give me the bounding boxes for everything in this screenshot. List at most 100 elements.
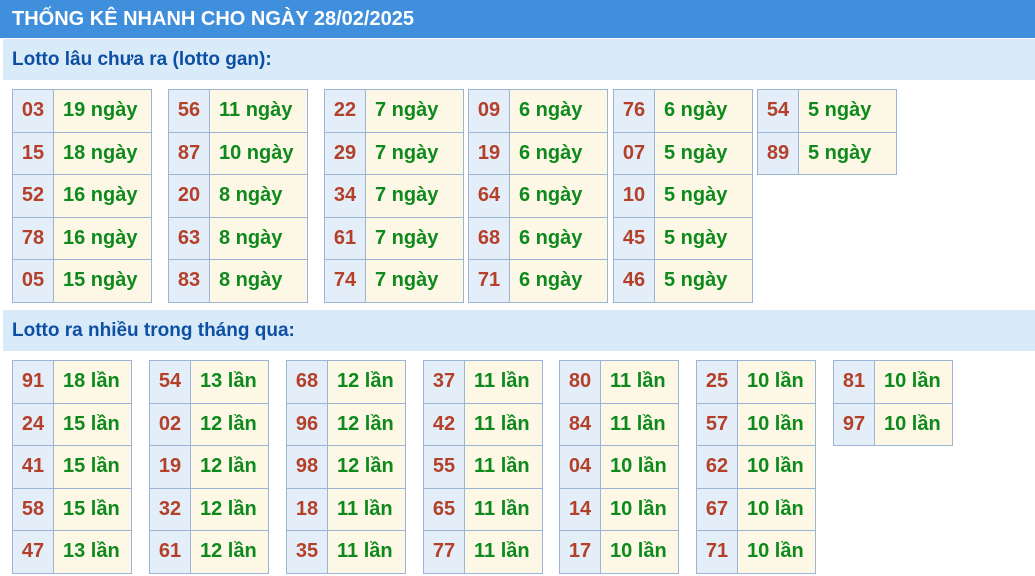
- table-row: 37 11 lần: [423, 360, 543, 404]
- lotto-count: 15 ngày: [53, 259, 152, 303]
- lotto-number: 91: [12, 360, 54, 404]
- lotto-number: 47: [12, 530, 54, 574]
- frequent-section-title: Lotto ra nhiều trong tháng qua:: [3, 310, 1035, 351]
- lotto-number: 71: [468, 259, 510, 303]
- table-row: 14 10 lần: [559, 487, 679, 531]
- lotto-count: 12 lần: [327, 360, 406, 404]
- lotto-number: 19: [149, 445, 191, 489]
- lotto-count: 12 lần: [190, 530, 269, 574]
- lotto-count: 8 ngày: [209, 259, 308, 303]
- frequent-table: 81 10 lần 97 10 lần: [833, 360, 953, 446]
- frequent-table: 54 13 lần 02 12 lần 19 12 lần 32 12 lần 61 12 lần: [149, 360, 269, 574]
- lotto-count: 8 ngày: [209, 216, 308, 260]
- lotto-number: 83: [168, 259, 210, 303]
- lotto-count: 6 ngày: [509, 216, 608, 260]
- table-row: 76 6 ngày: [613, 89, 753, 133]
- lotto-number: 81: [833, 360, 875, 404]
- lotto-number: 87: [168, 131, 210, 175]
- lotto-count: 5 ngày: [798, 89, 897, 133]
- lotto-count: 10 lần: [600, 445, 679, 489]
- table-row: 04 10 lần: [559, 445, 679, 489]
- table-row: 84 11 lần: [559, 402, 679, 446]
- lotto-number: 56: [168, 89, 210, 133]
- table-row: 83 8 ngày: [168, 259, 308, 303]
- lotto-number: 05: [12, 259, 54, 303]
- lotto-number: 68: [468, 216, 510, 260]
- lotto-count: 11 lần: [600, 360, 679, 404]
- table-row: 74 7 ngày: [324, 259, 464, 303]
- lotto-count: 19 ngày: [53, 89, 152, 133]
- gan-table: 54 5 ngày 89 5 ngày: [757, 89, 897, 175]
- table-row: 02 12 lần: [149, 402, 269, 446]
- lotto-count: 11 lần: [464, 530, 543, 574]
- lotto-number: 34: [324, 174, 366, 218]
- lotto-count: 10 lần: [737, 445, 816, 489]
- frequent-table: 68 12 lần 96 12 lần 98 12 lần 18 11 lần 35 11 lần: [286, 360, 406, 574]
- lotto-count: 15 lần: [53, 445, 132, 489]
- table-row: 03 19 ngày: [12, 89, 152, 133]
- gan-section-title: Lotto lâu chưa ra (lotto gan):: [3, 39, 1035, 80]
- table-row: 77 11 lần: [423, 530, 543, 574]
- lotto-number: 52: [12, 174, 54, 218]
- lotto-number: 65: [423, 487, 465, 531]
- table-row: 97 10 lần: [833, 402, 953, 446]
- lotto-count: 13 lần: [53, 530, 132, 574]
- table-row: 10 5 ngày: [613, 174, 753, 218]
- table-row: 68 6 ngày: [468, 216, 608, 260]
- lotto-count: 12 lần: [327, 445, 406, 489]
- frequent-table: 37 11 lần 42 11 lần 55 11 lần 65 11 lần 77 11 lần: [423, 360, 543, 574]
- lotto-count: 12 lần: [190, 445, 269, 489]
- lotto-count: 13 lần: [190, 360, 269, 404]
- lotto-count: 10 lần: [874, 402, 953, 446]
- lotto-count: 11 lần: [464, 402, 543, 446]
- table-row: 68 12 lần: [286, 360, 406, 404]
- lotto-count: 6 ngày: [509, 174, 608, 218]
- lotto-count: 11 lần: [464, 445, 543, 489]
- table-row: 35 11 lần: [286, 530, 406, 574]
- lotto-count: 11 ngày: [209, 89, 308, 133]
- lotto-number: 84: [559, 402, 601, 446]
- table-row: 80 11 lần: [559, 360, 679, 404]
- table-row: 20 8 ngày: [168, 174, 308, 218]
- table-row: 57 10 lần: [696, 402, 816, 446]
- lotto-number: 61: [324, 216, 366, 260]
- lotto-count: 15 lần: [53, 402, 132, 446]
- lotto-number: 80: [559, 360, 601, 404]
- table-row: 52 16 ngày: [12, 174, 152, 218]
- lotto-count: 16 ngày: [53, 174, 152, 218]
- table-row: 98 12 lần: [286, 445, 406, 489]
- lotto-number: 18: [286, 487, 328, 531]
- table-row: 34 7 ngày: [324, 174, 464, 218]
- lotto-count: 7 ngày: [365, 259, 464, 303]
- table-row: 54 13 lần: [149, 360, 269, 404]
- table-row: 61 12 lần: [149, 530, 269, 574]
- lotto-count: 16 ngày: [53, 216, 152, 260]
- lotto-number: 78: [12, 216, 54, 260]
- lotto-count: 10 lần: [737, 530, 816, 574]
- gan-table: 76 6 ngày 07 5 ngày 10 5 ngày 45 5 ngày 46 5 ngày: [613, 89, 753, 303]
- table-row: 17 10 lần: [559, 530, 679, 574]
- table-row: 54 5 ngày: [757, 89, 897, 133]
- table-row: 63 8 ngày: [168, 216, 308, 260]
- lotto-number: 32: [149, 487, 191, 531]
- lotto-count: 11 lần: [327, 487, 406, 531]
- table-row: 87 10 ngày: [168, 131, 308, 175]
- lotto-number: 35: [286, 530, 328, 574]
- table-row: 58 15 lần: [12, 487, 132, 531]
- lotto-count: 10 ngày: [209, 131, 308, 175]
- lotto-count: 6 ngày: [509, 89, 608, 133]
- table-row: 89 5 ngày: [757, 131, 897, 175]
- lotto-count: 5 ngày: [798, 131, 897, 175]
- lotto-number: 74: [324, 259, 366, 303]
- lotto-count: 6 ngày: [654, 89, 753, 133]
- table-row: 18 11 lần: [286, 487, 406, 531]
- gan-table: 22 7 ngày 29 7 ngày 34 7 ngày 61 7 ngày 74 7 ngày: [324, 89, 464, 303]
- table-row: 07 5 ngày: [613, 131, 753, 175]
- lotto-count: 5 ngày: [654, 259, 753, 303]
- lotto-count: 12 lần: [190, 402, 269, 446]
- lotto-number: 98: [286, 445, 328, 489]
- lotto-number: 15: [12, 131, 54, 175]
- lotto-number: 45: [613, 216, 655, 260]
- lotto-count: 12 lần: [190, 487, 269, 531]
- lotto-number: 37: [423, 360, 465, 404]
